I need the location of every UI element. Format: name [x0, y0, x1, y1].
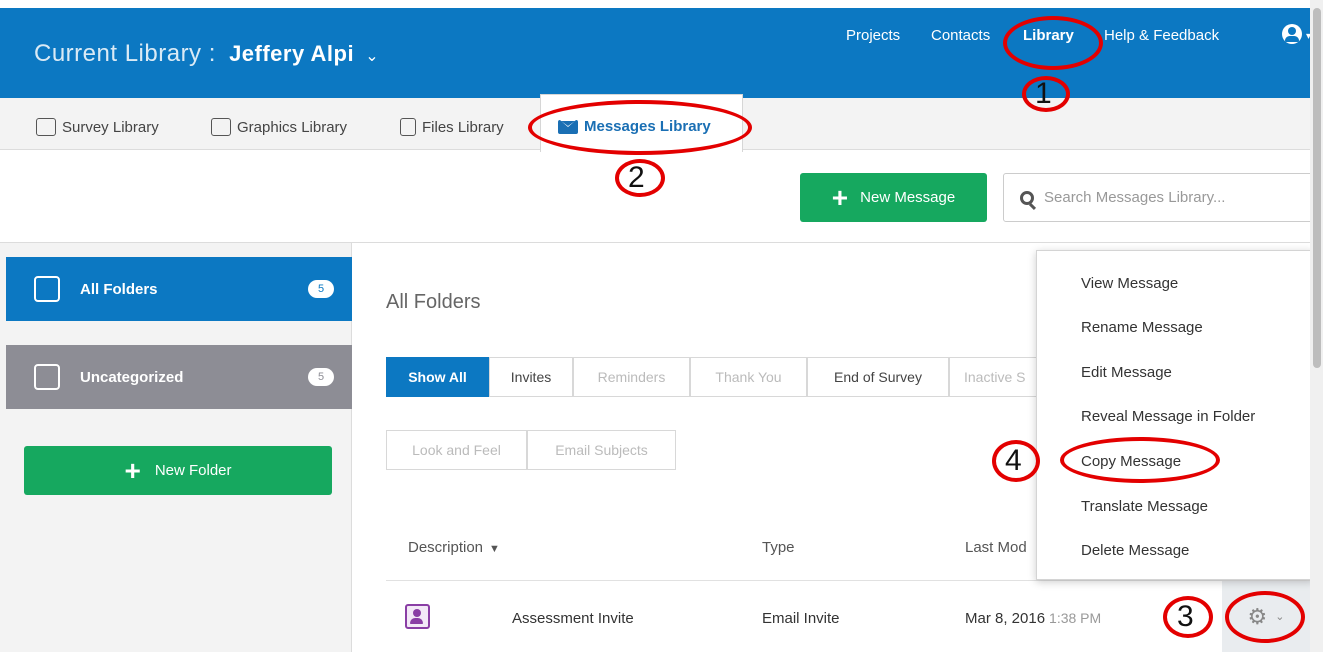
annotation-marker-2: 2 — [628, 161, 645, 194]
row-actions-button[interactable]: ⚙ ⌄ — [1222, 581, 1310, 652]
menu-item-copy-message[interactable]: Copy Message — [1081, 453, 1181, 470]
plus-icon: + — [831, 181, 849, 213]
new-folder-label: New Folder — [154, 462, 232, 479]
column-header-description[interactable]: Description ▼ — [408, 539, 500, 556]
menu-item-delete-message[interactable]: Delete Message — [1081, 542, 1189, 559]
folder-label: All Folders — [80, 280, 158, 298]
row-description[interactable]: Assessment Invite — [512, 610, 634, 627]
menu-item-translate-message[interactable]: Translate Message — [1081, 498, 1208, 515]
current-library-label: Current Library : — [34, 40, 216, 67]
new-message-button[interactable]: + New Message — [800, 173, 987, 222]
tab-messages-library[interactable]: Messages Library — [558, 118, 711, 135]
menu-item-rename-message[interactable]: Rename Message — [1081, 319, 1203, 336]
user-icon[interactable] — [1282, 24, 1302, 44]
row-type: Email Invite — [762, 610, 840, 627]
plus-icon: + — [124, 454, 141, 486]
annotation-ring-marker-2 — [615, 159, 665, 197]
current-library-name: Jeffery Alpi — [229, 41, 355, 66]
top-strip — [0, 0, 1323, 8]
search-box[interactable] — [1003, 173, 1313, 222]
folder-tray-icon — [34, 364, 60, 390]
tab-files-library[interactable]: Files Library — [400, 118, 504, 136]
filter-end-of-survey[interactable]: End of Survey — [807, 357, 949, 397]
tab-label: Survey Library — [62, 118, 159, 136]
column-header-type[interactable]: Type — [762, 539, 795, 556]
filter-inactive-survey[interactable]: Inactive S — [949, 357, 1039, 397]
nav-library[interactable]: Library — [1023, 27, 1074, 44]
nav-help-feedback[interactable]: Help & Feedback — [1104, 27, 1219, 44]
new-folder-button[interactable]: + New Folder — [24, 446, 332, 495]
folder-count-badge: 5 — [308, 280, 334, 298]
survey-library-icon — [36, 118, 56, 136]
menu-item-edit-message[interactable]: Edit Message — [1081, 364, 1172, 381]
sort-arrow-icon: ▼ — [489, 543, 500, 555]
new-message-label: New Message — [860, 189, 956, 206]
search-input[interactable] — [1044, 189, 1294, 206]
row-last-modified: Mar 8, 2016 1:38 PM — [965, 610, 1101, 627]
filter-thank-you[interactable]: Thank You — [690, 357, 807, 397]
contact-message-icon — [405, 604, 430, 629]
tab-label: Graphics Library — [237, 118, 348, 136]
page-title: All Folders — [386, 291, 481, 313]
row-actions-menu: View Message Rename Message Edit Message… — [1036, 250, 1314, 580]
menu-item-reveal-message-in-folder[interactable]: Reveal Message in Folder — [1081, 408, 1255, 425]
files-library-icon — [400, 118, 416, 136]
annotation-ring-marker-4 — [992, 440, 1040, 482]
row-time: 1:38 PM — [1049, 610, 1102, 626]
folder-label: Uncategorized — [80, 368, 184, 386]
search-icon — [1020, 190, 1034, 205]
gear-icon: ⚙ — [1247, 603, 1268, 629]
sidebar-item-uncategorized[interactable]: Uncategorized 5 — [6, 345, 352, 409]
tab-graphics-library[interactable]: Graphics Library — [211, 118, 347, 136]
row-date: Mar 8, 2016 — [965, 610, 1046, 627]
graphics-library-icon — [211, 118, 231, 136]
filter-show-all[interactable]: Show All — [386, 357, 489, 397]
tab-label: Messages Library — [584, 118, 711, 135]
current-library-selector[interactable]: Current Library : Jeffery Alpi ⌄ — [34, 40, 379, 68]
filter-look-and-feel[interactable]: Look and Feel — [386, 430, 527, 470]
sidebar-item-all-folders[interactable]: All Folders 5 — [6, 257, 352, 321]
nav-contacts[interactable]: Contacts — [931, 27, 990, 44]
menu-item-view-message[interactable]: View Message — [1081, 275, 1178, 292]
column-header-last-modified[interactable]: Last Mod — [965, 539, 1027, 556]
tab-label: Files Library — [422, 118, 504, 136]
filter-reminders[interactable]: Reminders — [573, 357, 690, 397]
envelope-icon — [558, 119, 578, 134]
folder-count-badge: 5 — [308, 368, 334, 386]
chevron-down-icon: ⌄ — [365, 48, 380, 65]
folder-list-icon — [34, 276, 60, 302]
filter-invites[interactable]: Invites — [489, 357, 573, 397]
scrollbar-thumb[interactable] — [1313, 8, 1321, 368]
filter-email-subjects[interactable]: Email Subjects — [527, 430, 676, 470]
tab-survey-library[interactable]: Survey Library — [36, 118, 159, 136]
column-header-label: Description — [408, 539, 484, 556]
chevron-down-icon: ⌄ — [1275, 611, 1285, 623]
nav-projects[interactable]: Projects — [846, 27, 900, 44]
annotation-marker-4: 4 — [1005, 444, 1022, 477]
